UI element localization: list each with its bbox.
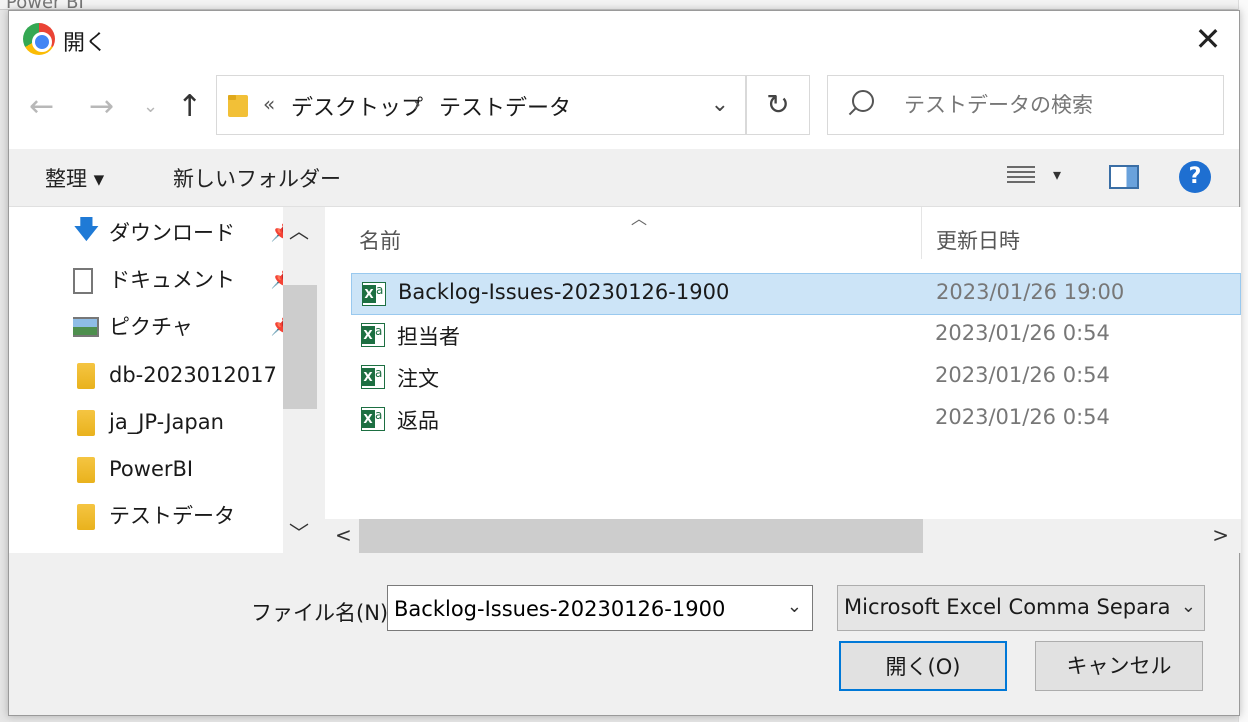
sidebar-item-documents[interactable]: ドキュメント 📌 xyxy=(73,260,293,300)
navigation-scrollbar[interactable]: ︿ ﹀ xyxy=(283,207,317,553)
sidebar-item-label: ピクチャ xyxy=(109,315,193,339)
file-row[interactable]: 担当者 2023/01/26 0:54 xyxy=(351,315,1241,357)
document-icon xyxy=(73,268,93,294)
folder-icon xyxy=(77,410,95,436)
chevron-down-icon[interactable]: ⌄ xyxy=(787,596,802,617)
close-button[interactable]: ✕ xyxy=(1185,17,1231,61)
filename-combobox[interactable]: ⌄ xyxy=(387,585,813,631)
file-type-select[interactable]: Microsoft Excel Comma Separat ⌄ xyxy=(837,585,1205,631)
search-input[interactable] xyxy=(904,88,1204,122)
sidebar-item-powerbi[interactable]: PowerBI xyxy=(73,449,293,489)
breadcrumb-test-data[interactable]: テストデータ xyxy=(439,90,571,122)
scrollbar-thumb[interactable] xyxy=(359,519,923,553)
title-bar: 開く ✕ xyxy=(9,11,1239,69)
scroll-down-icon[interactable]: ﹀ xyxy=(289,517,309,546)
scroll-left-icon[interactable]: < xyxy=(335,523,352,547)
search-box[interactable] xyxy=(827,75,1224,135)
up-folder-button[interactable]: ↑ xyxy=(177,87,202,127)
file-name: 担当者 xyxy=(397,325,460,349)
address-bar[interactable]: « デスクトップ › テストデータ ⌄ xyxy=(216,75,746,135)
sidebar-item-downloads[interactable]: 🡇 ダウンロード 📌 xyxy=(73,213,293,253)
folder-icon xyxy=(228,95,248,117)
sidebar-item-label: ja_JP-Japan xyxy=(109,410,224,434)
file-row[interactable]: 注文 2023/01/26 0:54 xyxy=(351,357,1241,399)
breadcrumb-desktop[interactable]: デスクトップ xyxy=(291,90,423,122)
dialog-title: 開く xyxy=(63,31,108,56)
open-file-dialog: 開く ✕ ← → ⌄ ↑ « デスクトップ › テストデータ ⌄ ↻ 整理 ▾ … xyxy=(8,10,1241,716)
horizontal-scrollbar[interactable]: < > xyxy=(325,519,1241,553)
sidebar-item-label: テストデータ xyxy=(109,504,235,528)
excel-file-icon xyxy=(361,323,385,347)
file-date: 2023/01/26 19:00 xyxy=(936,280,1125,304)
chevron-down-icon[interactable]: ⌄ xyxy=(711,92,729,117)
command-bar: 整理 ▾ 新しいフォルダー ▾ ? xyxy=(9,149,1239,207)
file-date: 2023/01/26 0:54 xyxy=(935,405,1110,429)
sidebar-item-db[interactable]: db-2023012017 xyxy=(73,355,283,395)
column-divider[interactable] xyxy=(921,207,922,259)
search-icon xyxy=(852,90,874,112)
forward-button[interactable]: → xyxy=(89,87,114,127)
sidebar-item-label: ドキュメント xyxy=(109,268,235,292)
file-row[interactable]: Backlog-Issues-20230126-1900 2023/01/26 … xyxy=(351,273,1241,315)
organize-menu[interactable]: 整理 ▾ xyxy=(45,163,104,193)
filename-input[interactable] xyxy=(394,594,774,624)
open-button[interactable]: 開く(O) xyxy=(839,641,1007,691)
file-name: 注文 xyxy=(397,367,439,391)
breadcrumb-overflow[interactable]: « xyxy=(263,92,275,116)
folder-icon xyxy=(77,363,95,389)
file-list: ︿ 名前 更新日時 Backlog-Issues-20230126-1900 2… xyxy=(325,207,1241,553)
sidebar-item-label: ダウンロード xyxy=(109,221,235,245)
sidebar-item-label: PowerBI xyxy=(109,457,194,481)
sidebar-item-ja-jp[interactable]: ja_JP-Japan xyxy=(73,402,293,442)
sort-ascending-icon: ︿ xyxy=(631,209,648,228)
view-dropdown-icon[interactable]: ▾ xyxy=(1053,165,1061,184)
column-header-modified[interactable]: 更新日時 xyxy=(936,225,1020,255)
new-folder-button[interactable]: 新しいフォルダー xyxy=(173,163,341,193)
folder-icon xyxy=(77,504,95,530)
file-date: 2023/01/26 0:54 xyxy=(935,321,1110,345)
excel-file-icon xyxy=(361,407,385,431)
view-options-icon[interactable] xyxy=(1007,163,1035,189)
refresh-button[interactable]: ↻ xyxy=(746,75,810,135)
background-app-bar: Power BI xyxy=(0,0,1248,13)
scroll-right-icon[interactable]: > xyxy=(1212,523,1229,547)
file-date: 2023/01/26 0:54 xyxy=(935,363,1110,387)
sidebar-item-test-data[interactable]: テストデータ xyxy=(73,496,293,536)
navigation-pane: 🡇 ダウンロード 📌 ドキュメント 📌 ピクチャ 📌 db-2023012017… xyxy=(9,207,317,553)
excel-file-icon xyxy=(362,282,386,306)
folder-icon xyxy=(77,457,95,483)
pictures-icon xyxy=(73,317,99,337)
file-name: Backlog-Issues-20230126-1900 xyxy=(398,280,730,304)
sidebar-item-label: db-2023012017 xyxy=(109,363,277,387)
chrome-icon xyxy=(23,23,55,55)
back-button[interactable]: ← xyxy=(29,87,54,127)
navigation-bar: ← → ⌄ ↑ « デスクトップ › テストデータ ⌄ ↻ xyxy=(9,69,1239,149)
file-name: 返品 xyxy=(397,409,439,433)
help-icon[interactable]: ? xyxy=(1179,161,1211,193)
file-row[interactable]: 返品 2023/01/26 0:54 xyxy=(351,399,1241,441)
column-header-name[interactable]: 名前 xyxy=(359,225,401,255)
recent-locations-button[interactable]: ⌄ xyxy=(143,87,158,127)
download-icon: 🡇 xyxy=(73,215,100,245)
breadcrumb-separator[interactable]: › xyxy=(413,92,421,116)
filename-label: ファイル名(N): xyxy=(251,601,396,625)
sidebar-item-pictures[interactable]: ピクチャ 📌 xyxy=(73,307,293,347)
excel-file-icon xyxy=(361,365,385,389)
preview-pane-icon[interactable] xyxy=(1109,165,1139,189)
file-type-value: Microsoft Excel Comma Separat xyxy=(844,595,1170,619)
scrollbar-thumb[interactable] xyxy=(283,285,317,409)
cancel-button[interactable]: キャンセル xyxy=(1035,641,1203,691)
chevron-down-icon[interactable]: ⌄ xyxy=(1181,596,1196,617)
scroll-up-icon[interactable]: ︿ xyxy=(289,215,309,244)
